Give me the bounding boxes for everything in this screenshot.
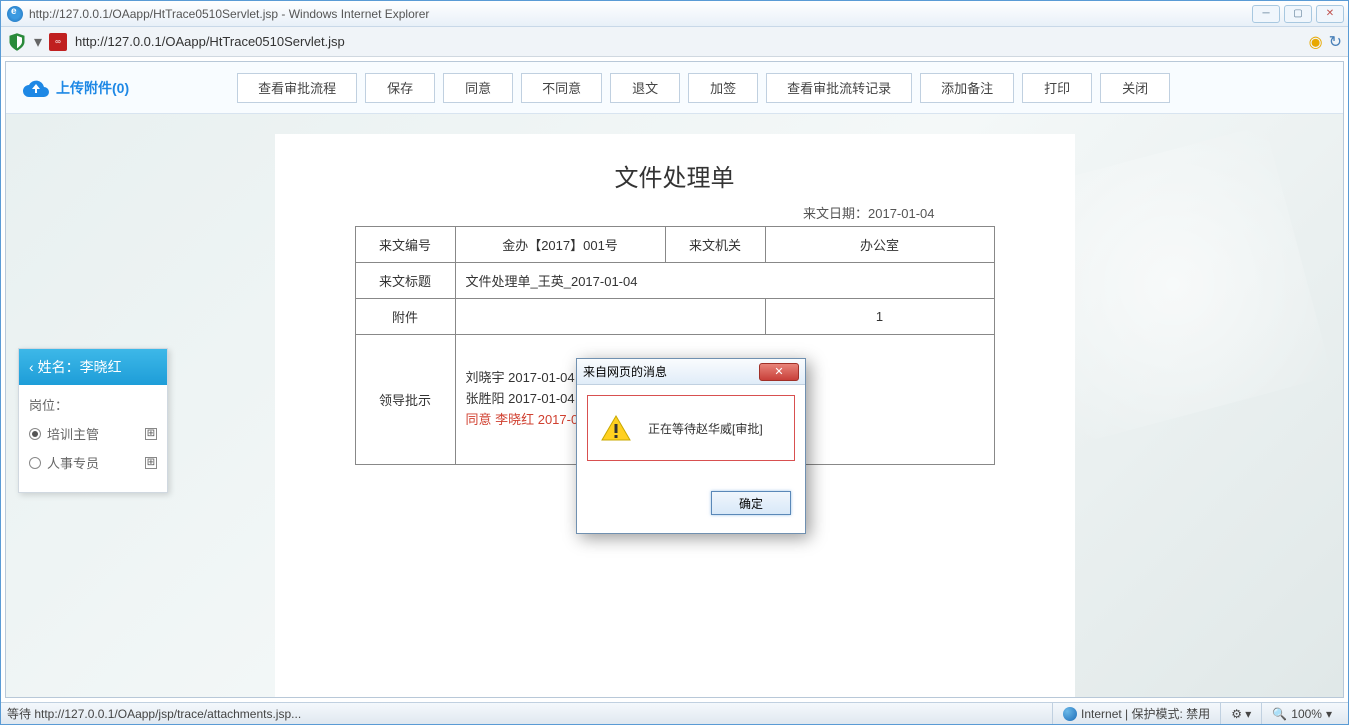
doc-no-value: 金办【2017】001号 bbox=[455, 227, 665, 263]
document-date: 来文日期：2017-01-04 bbox=[295, 203, 1055, 222]
dialog-message-text: 正在等待赵华威[审批] bbox=[648, 420, 763, 437]
radio-icon bbox=[29, 457, 41, 469]
address-input[interactable] bbox=[71, 31, 1305, 53]
disagree-button[interactable]: 不同意 bbox=[521, 73, 602, 103]
ie-icon bbox=[7, 6, 23, 22]
dialog-ok-button[interactable]: 确定 bbox=[711, 491, 791, 515]
return-button[interactable]: 退文 bbox=[610, 73, 680, 103]
status-net-text: Internet | 保护模式: 禁用 bbox=[1081, 705, 1210, 722]
address-dropdown-icon[interactable]: ▾ bbox=[31, 32, 45, 52]
view-history-button[interactable]: 查看审批流转记录 bbox=[766, 73, 912, 103]
zoom-text: 100% bbox=[1291, 707, 1322, 721]
status-zoom[interactable]: 🔍 100% ▾ bbox=[1261, 703, 1342, 724]
dialog-titlebar[interactable]: 来自网页的消息 ✕ bbox=[577, 359, 805, 385]
add-note-button[interactable]: 添加备注 bbox=[920, 73, 1014, 103]
doc-no-label: 来文编号 bbox=[355, 227, 455, 263]
globe-icon bbox=[1063, 707, 1077, 721]
print-button[interactable]: 打印 bbox=[1022, 73, 1092, 103]
save-button[interactable]: 保存 bbox=[365, 73, 435, 103]
position-label: 岗位： bbox=[29, 395, 157, 414]
radio-icon bbox=[29, 428, 41, 440]
upload-label: 上传附件(0) bbox=[56, 78, 129, 98]
subject-label: 来文标题 bbox=[355, 263, 455, 299]
approval-label: 领导批示 bbox=[355, 335, 455, 465]
attach-cell bbox=[455, 299, 765, 335]
alert-dialog: 来自网页的消息 ✕ 正在等待赵华威[审批] 确定 bbox=[576, 358, 806, 534]
address-bar: ▾ ∞ ◉ ↻ bbox=[1, 27, 1348, 57]
org-label: 来文机关 bbox=[665, 227, 765, 263]
status-bar: 等待 http://127.0.0.1/OAapp/jsp/trace/atta… bbox=[1, 702, 1348, 724]
dialog-close-button[interactable]: ✕ bbox=[759, 363, 799, 381]
user-name-label: 姓名：李晓红 bbox=[38, 357, 122, 377]
window-maximize-button[interactable]: ▢ bbox=[1284, 5, 1312, 23]
view-process-button[interactable]: 查看审批流程 bbox=[237, 73, 357, 103]
dialog-message-box: 正在等待赵华威[审批] bbox=[587, 395, 795, 461]
window-minimize-button[interactable]: ─ bbox=[1252, 5, 1280, 23]
status-internet[interactable]: Internet | 保护模式: 禁用 bbox=[1052, 703, 1220, 724]
cosign-button[interactable]: 加签 bbox=[688, 73, 758, 103]
security-shield-icon[interactable] bbox=[7, 32, 27, 52]
refresh-icon[interactable]: ↻ bbox=[1329, 32, 1342, 52]
role-1-label: 培训主管 bbox=[47, 424, 99, 443]
window-titlebar: http://127.0.0.1/OAapp/HtTrace0510Servle… bbox=[1, 1, 1348, 27]
window-close-button[interactable]: ✕ bbox=[1316, 5, 1344, 23]
agree-button[interactable]: 同意 bbox=[443, 73, 513, 103]
compat-view-icon[interactable]: ◉ bbox=[1309, 32, 1323, 52]
side-panel-header[interactable]: ‹ 姓名：李晓红 bbox=[19, 349, 167, 385]
cloud-upload-icon bbox=[22, 78, 50, 98]
window-title: http://127.0.0.1/OAapp/HtTrace0510Servle… bbox=[29, 7, 1252, 21]
warning-icon bbox=[600, 414, 632, 442]
close-button[interactable]: 关闭 bbox=[1100, 73, 1170, 103]
subject-value: 文件处理单_王英_2017-01-04 bbox=[455, 263, 994, 299]
attach-count: 1 bbox=[765, 299, 994, 335]
chevron-left-icon: ‹ bbox=[29, 359, 34, 375]
dialog-title-text: 来自网页的消息 bbox=[583, 363, 667, 380]
status-text: 等待 http://127.0.0.1/OAapp/jsp/trace/atta… bbox=[7, 705, 301, 722]
status-zone[interactable]: ⚙ ▾ bbox=[1220, 703, 1261, 724]
attach-label: 附件 bbox=[355, 299, 455, 335]
user-side-panel: ‹ 姓名：李晓红 岗位： 培训主管 ⊞ 人事专员 ⊞ bbox=[18, 348, 168, 493]
expand-role-2-button[interactable]: ⊞ bbox=[145, 457, 157, 469]
favicon: ∞ bbox=[49, 33, 67, 51]
document-title: 文件处理单 bbox=[295, 158, 1055, 193]
action-toolbar: 上传附件(0) 查看审批流程 保存 同意 不同意 退文 加签 查看审批流转记录 … bbox=[6, 62, 1343, 114]
role-2-label: 人事专员 bbox=[47, 453, 99, 472]
role-option-2[interactable]: 人事专员 bbox=[29, 453, 99, 472]
role-option-1[interactable]: 培训主管 bbox=[29, 424, 99, 443]
upload-attachment-link[interactable]: 上传附件(0) bbox=[22, 78, 129, 98]
expand-role-1-button[interactable]: ⊞ bbox=[145, 428, 157, 440]
org-value: 办公室 bbox=[765, 227, 994, 263]
